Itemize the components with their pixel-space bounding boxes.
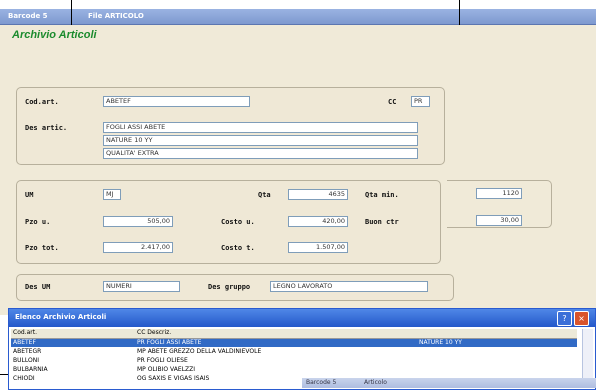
qta-label: Qta: [258, 191, 271, 199]
list-cell-descr: MP ABETE GREZZO DELLA VALDINIEVOLE: [137, 348, 262, 355]
cod-art-label: Cod.art.: [25, 98, 59, 106]
pzo-tot-field[interactable]: 2.417,00: [103, 242, 173, 253]
taskbar-file-label: Articolo: [364, 379, 387, 386]
des-gruppo-label: Des gruppo: [208, 283, 251, 291]
list-cell-code: ABETEGR: [13, 348, 42, 355]
um-field[interactable]: MJ: [103, 189, 121, 200]
list-cell-code: BULBARNIA: [13, 366, 48, 373]
des-um-label: Des UM: [25, 283, 51, 291]
costo-t-label: Costo t.: [221, 244, 255, 252]
taskbar-app-label: Barcode 5: [306, 379, 337, 386]
close-icon[interactable]: ×: [574, 311, 589, 326]
list-row[interactable]: BULLONI PR FOGLI OLIESE: [11, 357, 577, 365]
costo-u-label: Costo u.: [221, 218, 255, 226]
title-bar-file-label: File ARTICOLO: [88, 12, 144, 20]
list-cell-code: CHIODI: [13, 375, 35, 382]
title-bar-app-label: Barcode 5: [8, 12, 48, 20]
pzo-u-field[interactable]: 505,00: [103, 216, 173, 227]
list-cell-extra: NATURE 10 YY: [419, 339, 462, 346]
buon-ctr-label: Buon ctr: [365, 218, 399, 226]
des-gruppo-field[interactable]: LEGNO LAVORATO: [270, 281, 428, 292]
pzo-u-label: Pzo u.: [25, 218, 51, 226]
descr-field-line3[interactable]: QUALITA' EXTRA: [103, 148, 418, 159]
costo-t-field[interactable]: 1.507,00: [288, 242, 348, 253]
list-cell-code: BULLONI: [13, 357, 39, 364]
list-header: Cod.art. CC Descriz.: [11, 329, 577, 339]
cc-label: CC: [388, 98, 397, 106]
qta-field[interactable]: 4635: [288, 189, 348, 200]
popup-title-bar: Elenco Archivio Articoli ? ×: [9, 309, 595, 327]
popup-title: Elenco Archivio Articoli: [15, 313, 107, 321]
list-cell-descr: PR FOGLI ASSI ABETE: [137, 339, 202, 346]
quantity-price-group: UM MJ Qta 4635 Qta min. Pzo u. 505,00 Co…: [16, 180, 441, 264]
descr-field-line1[interactable]: FOGLI ASSI ABETE: [103, 122, 418, 133]
qta-min-label: Qta min.: [365, 191, 399, 199]
main-window: Archivio Articoli Cod.art. ABETEF CC PR …: [0, 25, 596, 315]
des-um-field[interactable]: NUMERI: [103, 281, 180, 292]
window-title: Archivio Articoli: [12, 29, 97, 41]
um-label: UM: [25, 191, 34, 199]
costo-u-field[interactable]: 420,00: [288, 216, 348, 227]
list-cell-descr: OG SAXIS E VIGAS ISAIS: [137, 375, 210, 382]
list-row[interactable]: ABETEGR MP ABETE GREZZO DELLA VALDINIEVOL…: [11, 348, 577, 356]
descr-field-line2[interactable]: NATURE 10 YY: [103, 135, 418, 146]
descr-label: Des artic.: [25, 124, 68, 132]
title-bar: Barcode 5 File ARTICOLO: [0, 9, 596, 25]
col-header-descr[interactable]: CC Descriz.: [137, 329, 171, 336]
list-cell-code: ABETEF: [13, 339, 36, 346]
help-icon[interactable]: ?: [557, 311, 572, 326]
list-row[interactable]: ABETEF PR FOGLI ASSI ABETE NATURE 10 YY: [11, 339, 577, 347]
col-header-code[interactable]: Cod.art.: [13, 329, 37, 336]
pzo-tot-label: Pzo tot.: [25, 244, 59, 252]
cod-art-field[interactable]: ABETEF: [103, 96, 250, 107]
list-cell-descr: PR FOGLI OLIESE: [137, 357, 188, 364]
list-cell-descr: MP OLIBIO VAELZZI: [137, 366, 196, 373]
description-group: Des UM NUMERI Des gruppo LEGNO LAVORATO: [16, 274, 454, 301]
list-row[interactable]: BULBARNIA MP OLIBIO VAELZZI: [11, 366, 577, 374]
taskbar-window-button[interactable]: Barcode 5 Articolo: [302, 378, 596, 388]
article-info-group: Cod.art. ABETEF CC PR Des artic. FOGLI A…: [16, 87, 445, 165]
quantity-price-group-ext: [447, 180, 552, 228]
cc-field[interactable]: PR: [411, 96, 430, 107]
